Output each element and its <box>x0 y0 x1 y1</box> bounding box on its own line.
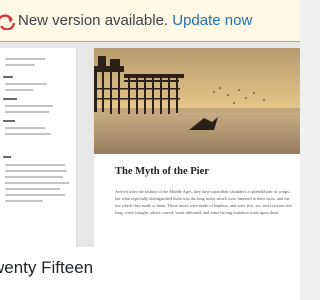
theme-preview-content: The Myth of the Pier Arrived after the f… <box>94 48 300 247</box>
theme-preview-sidebar <box>0 48 77 247</box>
update-notice: New version available. Update now <box>0 0 300 42</box>
update-now-link[interactable]: Update now <box>172 12 252 29</box>
theme-screenshot[interactable]: The Myth of the Pier Arrived after the f… <box>0 42 300 247</box>
notice-message: New version available. <box>18 12 169 29</box>
update-notice-text: New version available. Update now <box>18 12 252 29</box>
pier-photo <box>94 48 300 154</box>
post-title: The Myth of the Pier <box>115 166 209 177</box>
update-icon <box>0 14 16 30</box>
theme-name: wenty Fifteen <box>0 258 94 277</box>
post-excerpt: Arrived after the fashion of the Middle … <box>115 189 292 216</box>
